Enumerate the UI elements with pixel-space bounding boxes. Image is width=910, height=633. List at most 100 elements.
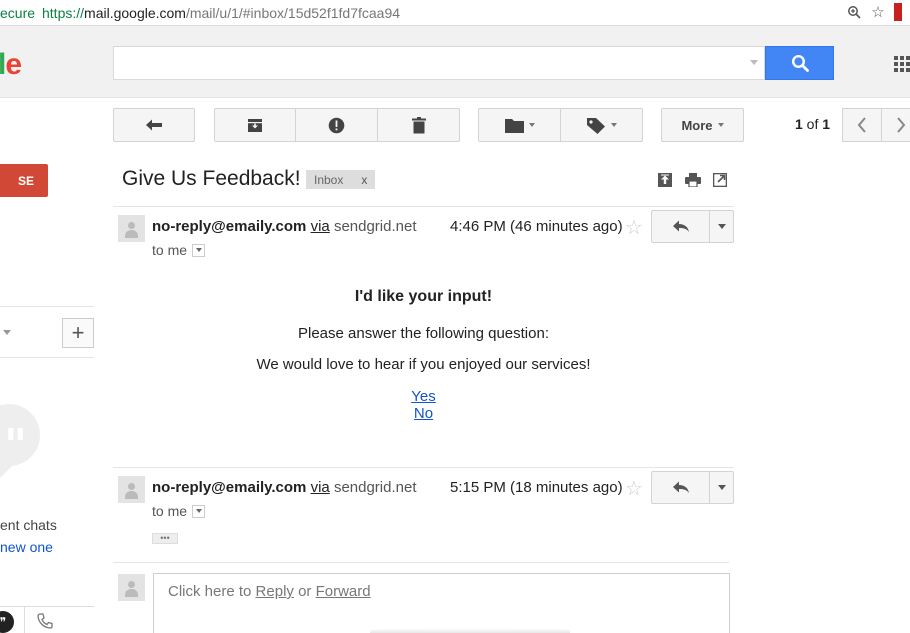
new-conversation-button[interactable]: +	[62, 318, 94, 348]
reply-divider	[113, 562, 729, 563]
recipients-text: to me	[152, 503, 188, 519]
compose-button[interactable]: SE	[0, 164, 48, 197]
back-arrow-icon	[146, 119, 162, 131]
reply-prompt-box[interactable]: Click here to Reply or Forward	[153, 573, 730, 633]
sidebar-divider	[0, 357, 94, 358]
report-spam-button[interactable]	[295, 108, 378, 142]
url-text[interactable]: https://mail.google.com/mail/u/1/#inbox/…	[42, 5, 400, 21]
more-actions-button[interactable]	[710, 211, 734, 242]
move-to-button[interactable]	[478, 108, 561, 142]
remove-label-button[interactable]: x	[361, 173, 367, 187]
yes-link[interactable]: Yes	[411, 388, 435, 405]
reply-button[interactable]	[652, 472, 709, 503]
expand-all-icon[interactable]	[657, 172, 673, 188]
older-button[interactable]	[881, 108, 910, 142]
forward-link[interactable]: Forward	[316, 583, 371, 600]
gmail-header: le	[0, 26, 910, 98]
reply-prompt-or: or	[293, 583, 316, 600]
yes-link-row: Yes	[113, 388, 734, 406]
email-heading: I'd like your input!	[354, 288, 493, 305]
thread-subject: Give Us Feedback!	[122, 167, 301, 190]
message-sender: no-reply@emaily.com via sendgrid.net	[152, 218, 417, 235]
recipients: to me	[152, 242, 206, 258]
inbox-label-chip: Inbox x	[306, 170, 376, 189]
hangouts-start-new-link[interactable]: new one	[0, 539, 53, 555]
back-to-inbox-button[interactable]	[113, 108, 195, 142]
extension-icon[interactable]	[894, 3, 902, 21]
hangouts-quote-icon: "	[4, 420, 27, 471]
search-box	[113, 46, 765, 80]
message-divider	[113, 467, 734, 468]
sender-avatar[interactable]	[118, 476, 145, 503]
via-link[interactable]: via	[311, 479, 330, 496]
newer-button[interactable]	[842, 108, 882, 142]
label-tag-icon	[586, 117, 605, 134]
more-actions-button[interactable]	[710, 472, 734, 503]
labels-button[interactable]	[560, 108, 643, 142]
zoom-icon[interactable]	[846, 3, 862, 21]
search-icon	[791, 54, 809, 72]
reply-button-group	[651, 210, 734, 243]
recipients: to me	[152, 503, 206, 519]
search-button[interactable]	[765, 46, 834, 80]
apps-grid-icon[interactable]	[894, 56, 910, 72]
url-host: mail.google.com	[84, 5, 186, 21]
sender-email[interactable]: no-reply@emaily.com	[152, 479, 306, 496]
search-options-caret-icon[interactable]	[750, 60, 758, 65]
recipients-text: to me	[152, 242, 188, 258]
google-logo[interactable]: le	[0, 48, 22, 82]
sender-email[interactable]: no-reply@emaily.com	[152, 218, 306, 235]
email-line-1: Please answer the following question:	[298, 325, 549, 342]
message-sender: no-reply@emaily.com via sendgrid.net	[152, 479, 417, 496]
reply-button[interactable]	[652, 211, 709, 242]
url-scheme: https://	[42, 5, 85, 21]
message-toolbar: More 1 of 1	[0, 98, 910, 154]
show-details-icon[interactable]	[192, 243, 206, 257]
reply-icon	[672, 481, 689, 493]
phone-tab-icon[interactable]	[37, 613, 53, 633]
hangouts-recent-text: ent chats	[0, 517, 57, 533]
chevron-right-icon	[897, 117, 906, 133]
reply-button-group	[651, 471, 734, 504]
email-line-2: We would love to hear if you enjoyed our…	[256, 356, 591, 373]
more-button[interactable]: More	[661, 108, 744, 142]
chevron-down-icon	[610, 123, 617, 127]
sender-avatar[interactable]	[118, 215, 145, 242]
browser-address-bar[interactable]: ecure https://mail.google.com/mail/u/1/#…	[0, 0, 910, 26]
label-text: Inbox	[314, 172, 344, 187]
report-spam-icon	[328, 117, 345, 133]
archive-icon	[248, 118, 262, 132]
sidebar-divider	[0, 306, 94, 307]
via-link[interactable]: via	[311, 218, 330, 235]
show-trimmed-content-button[interactable]: •••	[152, 533, 178, 544]
reply-icon	[672, 220, 689, 232]
chevron-down-icon	[528, 123, 535, 127]
my-avatar	[118, 574, 145, 601]
secure-indicator: ecure	[0, 5, 36, 21]
reply-prompt-prefix: Click here to	[168, 583, 256, 600]
archive-button[interactable]	[214, 108, 296, 142]
pagination-count: 1 of 1	[795, 116, 831, 132]
no-link[interactable]: No	[414, 405, 433, 422]
chat-status-caret-icon[interactable]	[3, 330, 11, 335]
chevron-left-icon	[857, 117, 866, 133]
message-divider	[113, 206, 734, 207]
reply-link[interactable]: Reply	[256, 583, 294, 600]
star-icon[interactable]: ☆	[625, 476, 643, 501]
folder-icon	[504, 118, 524, 133]
sender-domain: sendgrid.net	[333, 479, 417, 496]
bookmark-star-icon[interactable]: ☆	[870, 3, 886, 21]
star-icon[interactable]: ☆	[625, 215, 643, 240]
delete-button[interactable]	[377, 108, 460, 142]
tab-divider	[24, 606, 25, 633]
open-new-window-icon[interactable]	[712, 172, 728, 188]
print-icon[interactable]	[685, 172, 701, 188]
message-time: 4:46 PM (46 minutes ago)	[450, 218, 623, 235]
url-icons: ☆	[846, 3, 902, 21]
no-link-row: No	[113, 405, 734, 423]
show-details-icon[interactable]	[192, 504, 206, 518]
search-input[interactable]	[114, 47, 734, 79]
url-path: /mail/u/1/#inbox/15d52f1fd7fcaa94	[185, 5, 401, 21]
trash-icon	[411, 116, 426, 133]
scroll-shadow	[370, 628, 570, 633]
